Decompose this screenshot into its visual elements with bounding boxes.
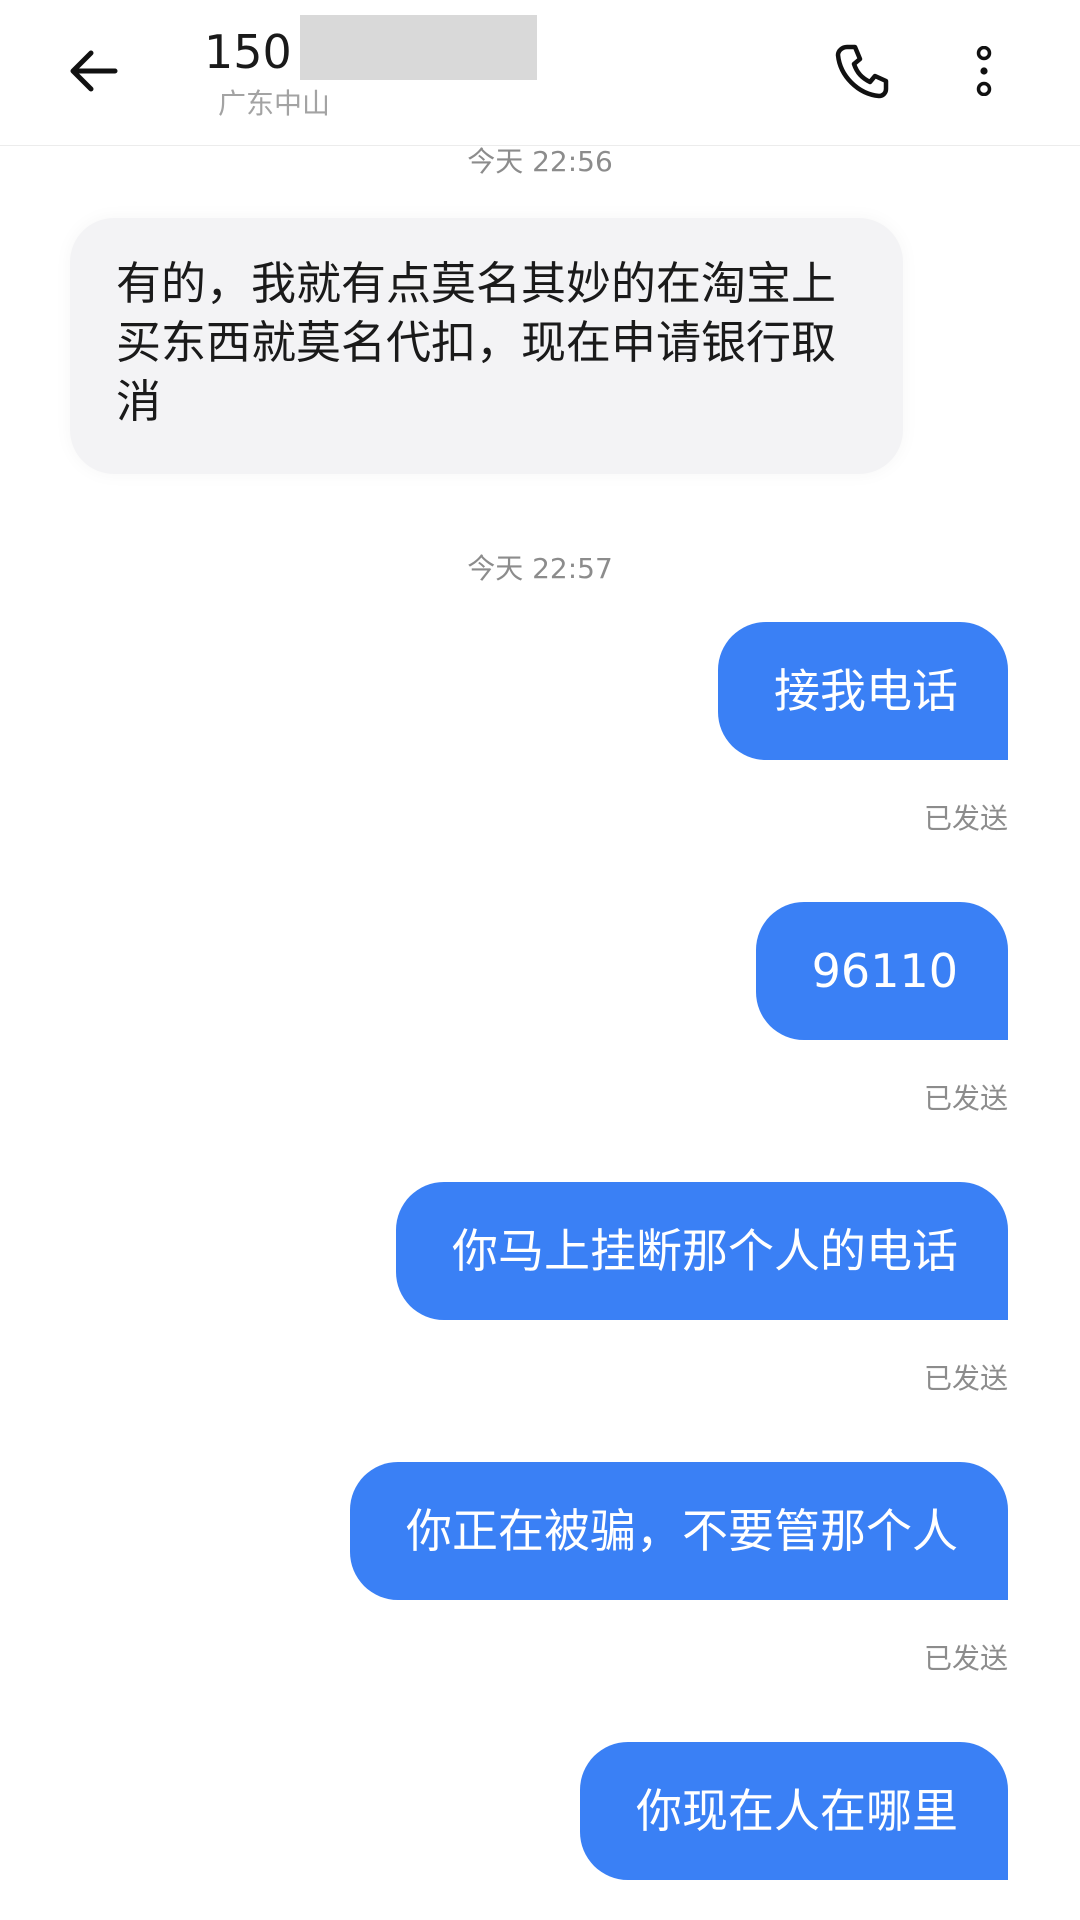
redacted-number-block	[300, 15, 537, 80]
message-status: 已发送	[923, 1642, 1008, 1675]
back-button[interactable]	[60, 38, 126, 104]
message-timestamp: 今天 22:57	[467, 552, 613, 585]
incoming-message-bubble[interactable]: 有的，我就有点莫名其妙的在淘宝上买东西就莫名代扣，现在申请银行取消	[70, 218, 903, 474]
outgoing-message-bubble[interactable]: 你现在人在哪里	[580, 1742, 1008, 1880]
outgoing-message-bubble[interactable]: 96110	[755, 902, 1008, 1040]
contact-number: 150	[204, 25, 292, 79]
conversation-header: 150 广东中山	[0, 0, 1080, 146]
call-button[interactable]	[826, 36, 896, 106]
outgoing-message-bubble[interactable]: 你马上挂断那个人的电话	[396, 1182, 1008, 1320]
back-arrow-icon	[70, 50, 118, 92]
phone-icon	[835, 44, 889, 99]
message-status: 已发送	[923, 1362, 1008, 1395]
outgoing-message-bubble[interactable]: 接我电话	[718, 622, 1008, 760]
outgoing-message-bubble[interactable]: 你正在被骗，不要管那个人	[350, 1462, 1008, 1600]
message-status: 已发送	[923, 802, 1008, 835]
message-status: 已发送	[923, 1082, 1008, 1115]
more-vertical-icon	[976, 46, 992, 96]
contact-location: 广东中山	[218, 87, 331, 120]
more-options-button[interactable]	[954, 36, 1014, 106]
message-timestamp: 今天 22:56	[467, 145, 613, 178]
